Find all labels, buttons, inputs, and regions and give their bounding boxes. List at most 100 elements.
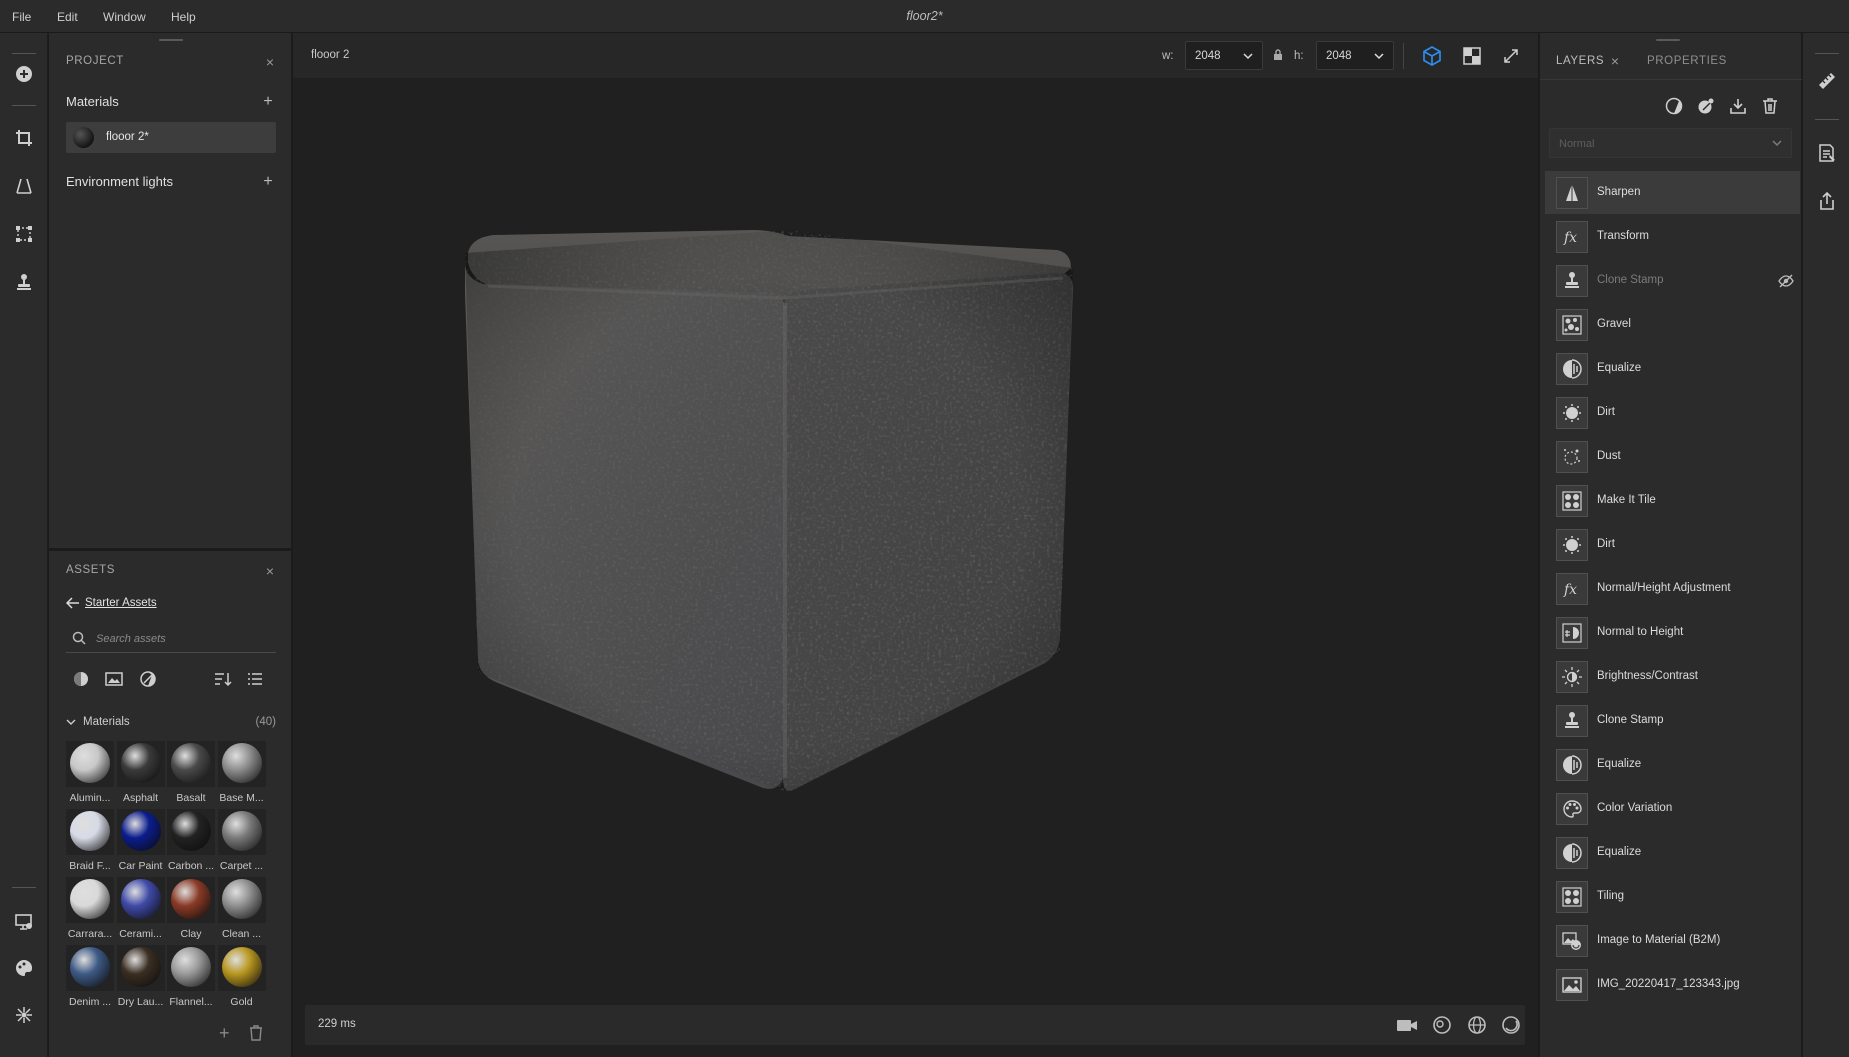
properties-icon[interactable] bbox=[1815, 141, 1839, 165]
layer-row[interactable]: fx Normal/Height Adjustment bbox=[1545, 567, 1800, 610]
fullscreen-icon[interactable] bbox=[1500, 45, 1522, 67]
asset-material-tile[interactable]: Dry Lau... bbox=[116, 945, 165, 1011]
add-mask-icon[interactable] bbox=[1695, 95, 1717, 117]
asset-material-name: Cerami... bbox=[119, 928, 162, 940]
layer-name: Brightness/Contrast bbox=[1597, 670, 1698, 682]
layer-row[interactable]: Equalize bbox=[1545, 347, 1800, 390]
height-label: h: bbox=[1294, 50, 1304, 62]
globe-icon[interactable] bbox=[1465, 1014, 1489, 1036]
export-icon[interactable] bbox=[1727, 95, 1749, 117]
environment-icon[interactable] bbox=[1430, 1014, 1454, 1036]
search-field[interactable] bbox=[66, 625, 276, 653]
asset-material-tile[interactable]: Flannel... bbox=[167, 945, 215, 1011]
close-icon[interactable]: × bbox=[1608, 54, 1622, 68]
add-layer-icon[interactable] bbox=[12, 62, 36, 86]
project-material-item[interactable]: flooor 2* bbox=[66, 122, 276, 153]
asset-material-tile[interactable]: Carbon ... bbox=[167, 809, 215, 875]
asset-material-tile[interactable]: Base M... bbox=[217, 741, 266, 807]
left-toolbar bbox=[0, 33, 48, 1057]
layer-row[interactable]: Dirt bbox=[1545, 391, 1800, 434]
filter-materials-icon[interactable] bbox=[71, 669, 91, 689]
transform-icon[interactable] bbox=[12, 222, 36, 246]
asset-material-name: Carbon ... bbox=[167, 860, 215, 872]
lock-icon[interactable] bbox=[1273, 49, 1283, 61]
equalize-icon bbox=[1556, 353, 1588, 385]
asset-material-name: Braid F... bbox=[69, 860, 111, 872]
layer-name: Color Variation bbox=[1597, 802, 1673, 814]
eye-hidden-icon[interactable] bbox=[1778, 273, 1794, 289]
trash-icon[interactable] bbox=[249, 1025, 263, 1041]
perspective-icon[interactable] bbox=[12, 174, 36, 198]
height-dropdown[interactable]: 2048 bbox=[1316, 41, 1394, 70]
asset-material-tile[interactable]: Clean ... bbox=[217, 877, 266, 943]
back-link[interactable]: Starter Assets bbox=[66, 597, 157, 609]
3d-preview-canvas[interactable] bbox=[293, 78, 1538, 1038]
display-settings-icon[interactable] bbox=[12, 910, 36, 934]
add-material-button[interactable]: + bbox=[261, 94, 275, 110]
asset-material-tile[interactable]: Car Paint bbox=[116, 809, 165, 875]
trash-icon[interactable] bbox=[1759, 95, 1781, 117]
toolbar-separator bbox=[1815, 53, 1839, 54]
layer-row[interactable]: Dirt bbox=[1545, 523, 1800, 566]
layer-row[interactable]: Dust bbox=[1545, 435, 1800, 478]
add-fill-icon[interactable] bbox=[1663, 95, 1685, 117]
add-env-light-button[interactable]: + bbox=[261, 174, 275, 190]
tab-layers[interactable]: LAYERS bbox=[1556, 55, 1604, 67]
asset-material-tile[interactable]: Alumin... bbox=[66, 741, 114, 807]
filter-filters-icon[interactable] bbox=[138, 669, 158, 689]
equalize-icon bbox=[1556, 749, 1588, 781]
asset-material-tile[interactable]: Denim ... bbox=[66, 945, 114, 1011]
list-view-icon[interactable] bbox=[245, 669, 265, 689]
clone-stamp-icon[interactable] bbox=[12, 270, 36, 294]
blend-mode-select[interactable]: Normal bbox=[1549, 128, 1792, 158]
layer-row[interactable]: Sharpen bbox=[1545, 171, 1800, 214]
document-title: floor2* bbox=[906, 9, 943, 23]
layer-row[interactable]: Brightness/Contrast bbox=[1545, 655, 1800, 698]
layer-row[interactable]: Equalize bbox=[1545, 743, 1800, 786]
layer-row[interactable]: Tiling bbox=[1545, 875, 1800, 918]
asset-material-tile[interactable]: Clay bbox=[167, 877, 215, 943]
ruler-icon[interactable] bbox=[1815, 69, 1839, 93]
panel-grip[interactable] bbox=[159, 39, 183, 41]
viewport: flooor 2 w: 2048 h: 2048 229 ms bbox=[293, 33, 1538, 1057]
2d-view-icon[interactable] bbox=[1461, 45, 1483, 67]
add-asset-button[interactable]: + bbox=[219, 1024, 230, 1042]
asset-material-tile[interactable]: Carrara... bbox=[66, 877, 114, 943]
layer-row[interactable]: Gravel bbox=[1545, 303, 1800, 346]
camera-icon[interactable] bbox=[1395, 1014, 1419, 1036]
plugins-icon[interactable] bbox=[12, 1003, 36, 1027]
asset-material-tile[interactable]: Carpet ... bbox=[217, 809, 266, 875]
asset-material-tile[interactable]: Gold bbox=[217, 945, 266, 1011]
search-input[interactable] bbox=[96, 629, 266, 649]
color-settings-icon[interactable] bbox=[12, 956, 36, 980]
layer-row[interactable]: Image to Material (B2M) bbox=[1545, 919, 1800, 962]
layer-name: Make It Tile bbox=[1597, 494, 1656, 506]
asset-material-tile[interactable]: Asphalt bbox=[116, 741, 165, 807]
layer-row[interactable]: Color Variation bbox=[1545, 787, 1800, 830]
share-icon[interactable] bbox=[1815, 189, 1839, 213]
sort-icon[interactable] bbox=[213, 669, 233, 689]
layer-row[interactable]: Clone Stamp bbox=[1545, 699, 1800, 742]
b2m-icon bbox=[1556, 925, 1588, 957]
layer-row[interactable]: Clone Stamp bbox=[1545, 259, 1800, 302]
material-name: flooor 2* bbox=[106, 131, 149, 143]
asset-material-tile[interactable]: Cerami... bbox=[116, 877, 165, 943]
asset-material-tile[interactable]: Braid F... bbox=[66, 809, 114, 875]
material-ball-icon[interactable] bbox=[1499, 1014, 1523, 1036]
panel-grip[interactable] bbox=[1656, 39, 1680, 41]
layer-row[interactable]: Equalize bbox=[1545, 831, 1800, 874]
close-icon[interactable]: × bbox=[263, 564, 277, 578]
close-icon[interactable]: × bbox=[263, 55, 277, 69]
tab-properties[interactable]: PROPERTIES bbox=[1647, 55, 1727, 67]
asset-material-name: Denim ... bbox=[68, 996, 111, 1008]
crop-icon[interactable] bbox=[12, 126, 36, 150]
normal-height-icon bbox=[1556, 617, 1588, 649]
layer-row[interactable]: IMG_20220417_123343.jpg bbox=[1545, 963, 1800, 1006]
filter-images-icon[interactable] bbox=[104, 669, 124, 689]
layer-row[interactable]: fx Transform bbox=[1545, 215, 1800, 258]
3d-view-icon[interactable] bbox=[1421, 45, 1443, 67]
layer-row[interactable]: Normal to Height bbox=[1545, 611, 1800, 654]
width-dropdown[interactable]: 2048 bbox=[1185, 41, 1263, 70]
layer-row[interactable]: Make It Tile bbox=[1545, 479, 1800, 522]
asset-material-tile[interactable]: Basalt bbox=[167, 741, 215, 807]
